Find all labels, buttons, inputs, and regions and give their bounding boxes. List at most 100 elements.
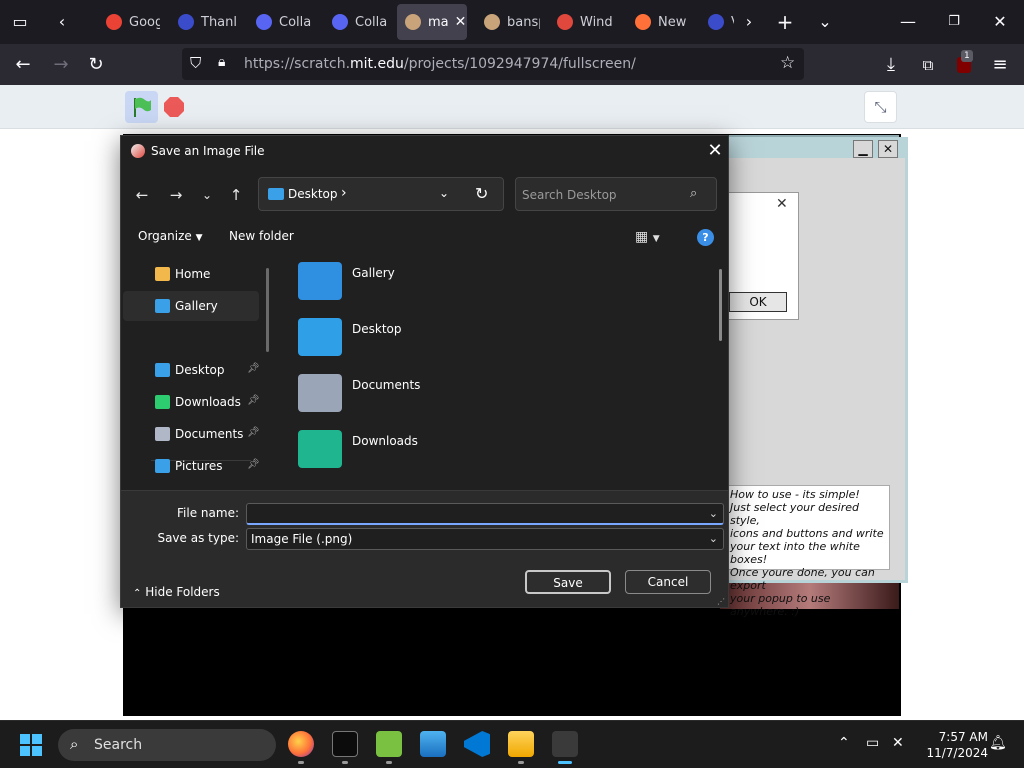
tab-overview-icon[interactable]: ▭	[8, 10, 32, 34]
list-tabs-icon[interactable]: ⌄	[813, 10, 837, 34]
photos-icon[interactable]	[420, 731, 446, 757]
taskbar-search[interactable]: ⌕ Search	[58, 729, 276, 761]
dialog-close-icon[interactable]: ✕	[705, 141, 725, 161]
python-app-icon[interactable]	[552, 731, 578, 757]
bg-minimize-button[interactable]: ▁	[853, 140, 873, 158]
up-folder-icon[interactable]: ↑	[225, 184, 247, 206]
downloads-icon[interactable]: ⤓	[878, 52, 904, 78]
window-close-icon[interactable]: ✕	[988, 10, 1012, 34]
recent-locations-icon[interactable]: ⌄	[196, 184, 218, 206]
vscode-icon[interactable]	[464, 731, 490, 757]
notepad-running-indicator	[386, 761, 392, 764]
search-box[interactable]: ⌕	[515, 177, 717, 211]
popup-ok-button[interactable]: OK	[729, 292, 787, 312]
tab-favicon-icon	[484, 14, 500, 30]
browser-tab[interactable]: Goog	[98, 4, 160, 40]
nav-item-label: Pictures	[175, 459, 223, 473]
nav-scrollbar[interactable]	[266, 268, 269, 352]
back-icon[interactable]: ←	[10, 52, 36, 78]
folder-item-gallery[interactable]: Gallery	[298, 258, 598, 308]
address-dropdown-icon[interactable]: ⌄	[439, 186, 449, 200]
lock-icon[interactable]: 🔒︎	[218, 54, 225, 70]
url-bar[interactable]: ⛉ 🔒︎ https://scratch.mit.edu/projects/10…	[182, 48, 804, 80]
python-app-active-indicator	[558, 761, 572, 764]
documents-folder-icon	[298, 374, 342, 412]
minimize-icon[interactable]: —	[896, 10, 920, 34]
browser-tab-bar: ▭ ‹ GoogThanlCollaCollama✕banspWindNewV …	[0, 0, 1024, 44]
reload-icon[interactable]: ↻	[83, 52, 109, 78]
nav-item-gallery[interactable]: Gallery	[123, 291, 259, 321]
hide-folders-button[interactable]: ⌃ Hide Folders	[133, 585, 220, 599]
browser-tab[interactable]: ma ✕	[397, 4, 467, 40]
show-hidden-icons-icon[interactable]: ⌃	[838, 735, 850, 751]
nav-item-home[interactable]: Home	[123, 259, 259, 289]
cancel-button[interactable]: Cancel	[625, 570, 711, 594]
command-bar: Organize ▼ New folder ▦ ▼ ?	[121, 222, 728, 252]
folder-item-documents[interactable]: Documents	[298, 370, 598, 420]
folder-item-downloads[interactable]: Downloads	[298, 426, 598, 476]
resize-grip-icon[interactable]: ⋰	[717, 597, 725, 606]
save-as-type-dropdown-icon[interactable]: ⌄	[709, 532, 718, 545]
nav-item-downloads[interactable]: Downloads 📌︎	[123, 387, 260, 417]
app-icon	[131, 144, 145, 158]
browser-tab[interactable]: Colla	[324, 4, 390, 40]
notifications-bell-icon[interactable]: 🔔︎	[989, 735, 1007, 751]
scroll-tabs-left-icon[interactable]: ‹	[50, 10, 74, 34]
nav-item-documents[interactable]: Documents 📌︎	[123, 419, 260, 449]
browser-tab[interactable]: V	[700, 4, 734, 40]
file-name-combobox[interactable]: ⌄	[246, 503, 724, 525]
browser-tab[interactable]: Colla	[248, 4, 314, 40]
extensions-icon[interactable]: ⧉	[915, 52, 941, 78]
volume-muted-icon[interactable]: ✕	[892, 735, 904, 751]
firefox-icon[interactable]	[288, 731, 314, 757]
dialog-titlebar: Save an Image File ✕	[121, 136, 728, 168]
exit-fullscreen-button[interactable]: ⤡	[864, 91, 897, 123]
bookmark-star-icon[interactable]: ☆	[780, 53, 795, 73]
forward-icon[interactable]: →	[48, 52, 74, 78]
new-tab-icon[interactable]: +	[773, 10, 797, 34]
dialog-back-icon[interactable]: ←	[131, 184, 153, 206]
restore-icon[interactable]: ❐	[942, 10, 966, 34]
start-button[interactable]	[20, 734, 42, 756]
help-icon[interactable]: ?	[697, 229, 714, 246]
scroll-tabs-right-icon[interactable]: ›	[737, 10, 761, 34]
notepad-plus-icon[interactable]	[376, 731, 402, 757]
browser-tab[interactable]: bansp	[476, 4, 540, 40]
view-options-button[interactable]: ▦ ▼	[635, 229, 660, 245]
tab-close-icon[interactable]: ✕	[455, 14, 467, 30]
refresh-icon[interactable]: ↻	[475, 184, 488, 203]
popup-close-icon[interactable]: ✕	[776, 196, 788, 212]
dialog-forward-icon[interactable]: →	[165, 184, 187, 206]
url-text: https://scratch.mit.edu/projects/1092947…	[244, 56, 636, 72]
stop-button[interactable]	[164, 97, 184, 117]
address-bar[interactable]: Desktop › ⌄ ↻	[258, 177, 504, 211]
file-explorer-icon[interactable]	[508, 731, 534, 757]
nav-item-desktop[interactable]: Desktop 📌︎	[123, 355, 260, 385]
browser-tab[interactable]: New	[627, 4, 691, 40]
new-folder-button[interactable]: New folder	[229, 229, 294, 243]
green-flag-button[interactable]	[125, 91, 158, 123]
file-name-dropdown-icon[interactable]: ⌄	[709, 507, 718, 520]
save-button[interactable]: Save	[525, 570, 611, 594]
network-icon[interactable]: ▭	[866, 735, 879, 751]
file-name-input[interactable]	[251, 506, 691, 522]
clock[interactable]: 7:57 AM 11/7/2024	[918, 729, 988, 761]
menu-icon[interactable]: ≡	[987, 52, 1013, 78]
nav-item-pictures[interactable]: Pictures 📌︎	[123, 451, 260, 481]
browser-tab[interactable]: Wind	[549, 4, 619, 40]
breadcrumb-chevron-icon[interactable]: ›	[341, 185, 347, 201]
tab-label: Colla	[279, 14, 312, 30]
pin-icon: 📌︎	[247, 363, 260, 374]
bg-close-button[interactable]: ✕	[878, 140, 898, 158]
content-scrollbar[interactable]	[719, 269, 722, 341]
save-as-type-select[interactable]: Image File (.png) ⌄	[246, 528, 724, 550]
browser-tab[interactable]: Thanl	[170, 4, 236, 40]
ublock-icon[interactable]: 1	[951, 50, 977, 78]
terminal-icon[interactable]	[332, 731, 358, 757]
folder-item-desktop[interactable]: Desktop	[298, 314, 598, 364]
search-input[interactable]	[522, 185, 682, 205]
tracking-shield-icon[interactable]: ⛉	[190, 54, 201, 72]
popup-maker-titlebar: ▁ ✕	[721, 140, 905, 158]
organize-button[interactable]: Organize ▼	[138, 229, 203, 243]
home-icon	[155, 267, 170, 281]
